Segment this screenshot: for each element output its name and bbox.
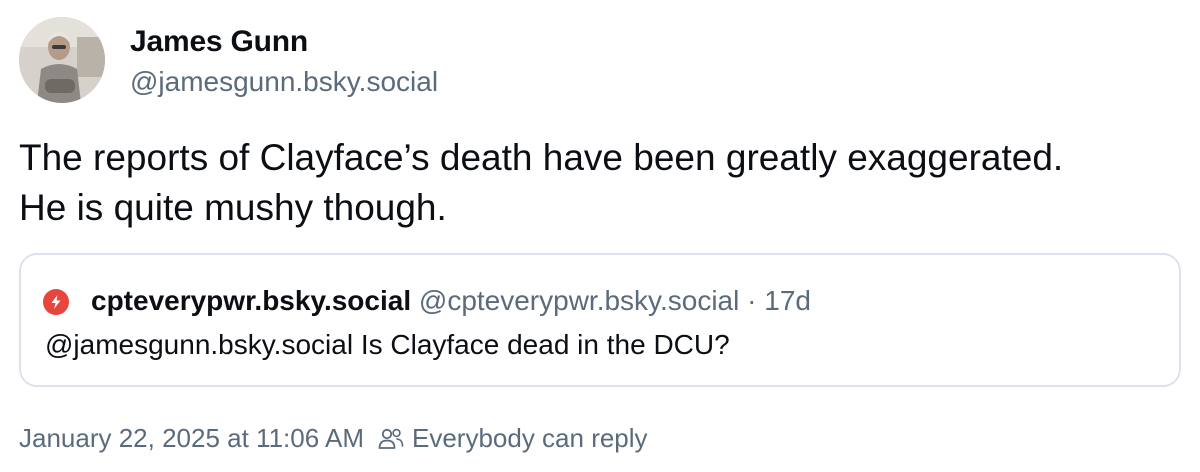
quoted-post[interactable]: cpteverypwr.bsky.social @cpteverypwr.bsk… xyxy=(19,253,1181,387)
post-meta: January 22, 2025 at 11:06 AM Everybody c… xyxy=(19,423,648,454)
red-avatar-icon xyxy=(43,289,69,315)
profile-photo-icon xyxy=(19,17,105,103)
quoted-author-handle[interactable]: @cpteverypwr.bsky.social xyxy=(419,285,739,316)
quoted-post-age: 17d xyxy=(764,285,811,316)
quoted-post-header: cpteverypwr.bsky.social @cpteverypwr.bsk… xyxy=(91,285,811,317)
post-card: James Gunn @jamesgunn.bsky.social The re… xyxy=(0,0,1200,472)
author-avatar[interactable] xyxy=(19,17,105,103)
people-icon xyxy=(378,428,404,449)
post-timestamp: January 22, 2025 at 11:06 AM xyxy=(19,423,364,453)
post-text: The reports of Clayface’s death have bee… xyxy=(19,133,1179,233)
separator-dot: · xyxy=(739,285,765,316)
quoted-post-text: @jamesgunn.bsky.social Is Clayface dead … xyxy=(45,329,730,360)
author-handle[interactable]: @jamesgunn.bsky.social xyxy=(130,66,438,98)
reply-setting[interactable]: Everybody can reply xyxy=(412,423,648,454)
post-text-line: He is quite mushy though. xyxy=(19,187,447,228)
author-display-name[interactable]: James Gunn xyxy=(130,25,308,59)
quoted-author-name[interactable]: cpteverypwr.bsky.social xyxy=(91,285,411,316)
post-text-line: The reports of Clayface’s death have bee… xyxy=(19,137,1064,178)
